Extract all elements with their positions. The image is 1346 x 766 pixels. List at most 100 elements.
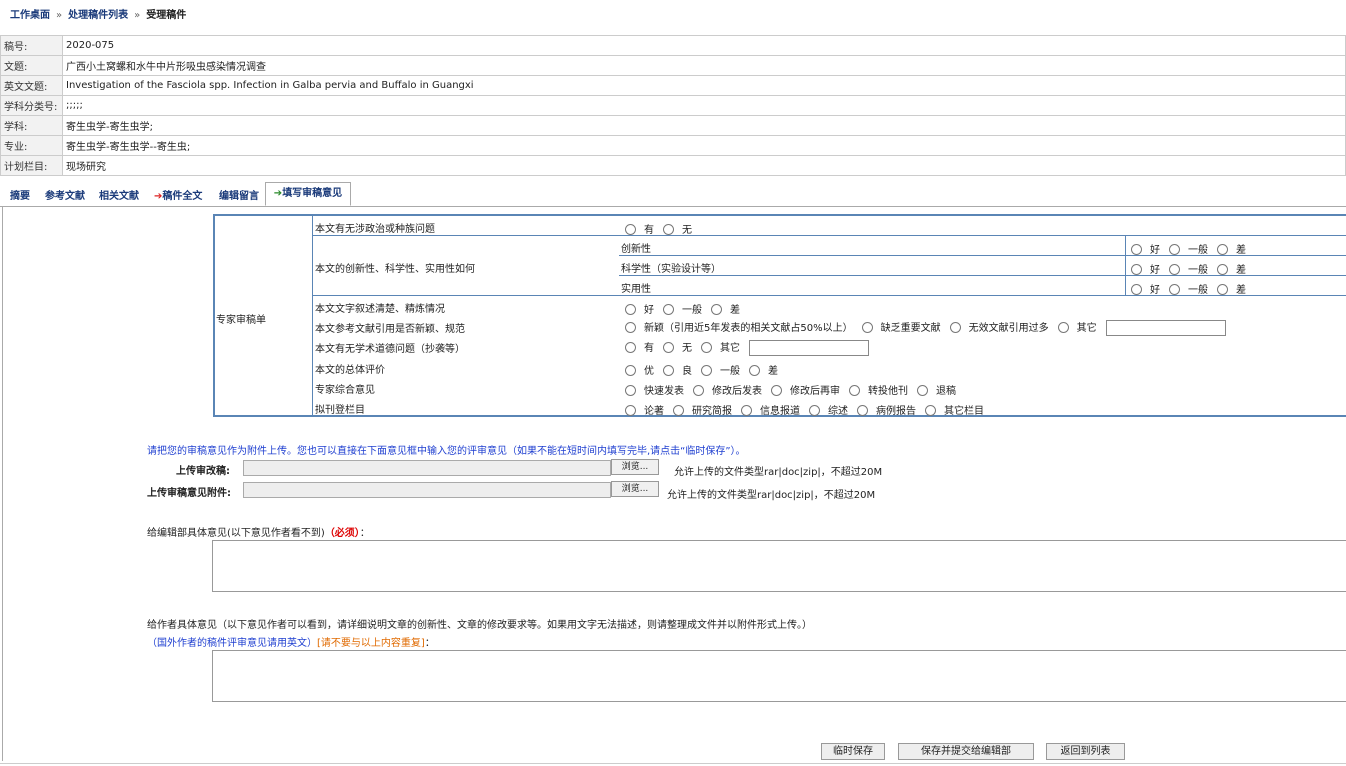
radio-button[interactable]: [749, 365, 760, 376]
option-label: 好: [1150, 245, 1160, 256]
question-ethics: 本文有无学术道德问题（抄袭等）: [315, 344, 465, 355]
radio-button[interactable]: [861, 322, 873, 333]
ethics-other-input[interactable]: [749, 340, 869, 356]
review-sheet-label: 专家审稿单: [216, 315, 266, 326]
info-value: Investigation of the Fasciola spp. Infec…: [62, 75, 1346, 96]
option-label: 其它栏目: [944, 406, 984, 417]
temp-save-button[interactable]: 临时保存: [821, 743, 885, 760]
content-left-border: [2, 206, 3, 761]
upload-attach-browse-button[interactable]: 浏览...: [611, 481, 659, 497]
radio-button[interactable]: [1217, 244, 1228, 255]
arrow-right-icon: ➔: [273, 188, 283, 199]
radio-button[interactable]: [625, 405, 636, 416]
tab-abstract[interactable]: 摘要: [10, 187, 30, 202]
info-row-discipline: 学科: 寄生虫学-寄生虫学;: [0, 115, 1346, 136]
back-to-list-button[interactable]: 返回到列表: [1046, 743, 1125, 760]
tab-editor-message[interactable]: 编辑留言: [219, 187, 259, 202]
question-writing: 本文文字叙述清楚、精炼情况: [315, 304, 445, 315]
editor-comment-label: 给编辑部具体意见(以下意见作者看不到): [147, 528, 325, 539]
option-label: 良: [682, 366, 692, 377]
radio-button[interactable]: [625, 304, 636, 315]
radio-button[interactable]: [701, 365, 712, 376]
option-label: 病例报告: [876, 406, 916, 417]
option-label: 新颖（引用近5年发表的相关文献占50%以上）: [644, 323, 853, 334]
practical-options: 好 一般 差: [1131, 281, 1255, 296]
upload-revised-file-input[interactable]: [243, 460, 611, 476]
save-submit-button[interactable]: 保存并提交给编辑部: [898, 743, 1034, 760]
tab-fulltext[interactable]: ➔稿件全文: [154, 187, 202, 202]
editor-comment-heading: 给编辑部具体意见(以下意见作者看不到)（必须）：: [147, 524, 370, 539]
radio-button[interactable]: [663, 304, 674, 315]
option-label: 一般: [720, 366, 740, 377]
references-options: 新颖（引用近5年发表的相关文献占50%以上） 缺乏重要文献 无效文献引用过多 其它: [625, 319, 1226, 336]
radio-button[interactable]: [1169, 264, 1180, 275]
author-comment-english-note: （国外作者的稿件评审意见请用英文）: [147, 638, 317, 649]
tab-review-label: 填写审稿意见: [282, 188, 343, 199]
option-label: 一般: [682, 305, 702, 316]
references-other-input[interactable]: [1105, 320, 1226, 336]
radio-button[interactable]: [849, 385, 860, 396]
upload-revised-browse-button[interactable]: 浏览...: [611, 459, 659, 475]
upload-revised-allow: 允许上传的文件类型rar|doc|zip|，不超过20M: [674, 467, 883, 478]
radio-button[interactable]: [663, 224, 674, 235]
option-label: 差: [768, 366, 778, 377]
option-label: 差: [1236, 285, 1246, 296]
radio-button[interactable]: [917, 385, 928, 396]
divider: [312, 216, 313, 417]
option-label: 修改后再审: [790, 386, 840, 397]
radio-button[interactable]: [625, 342, 636, 353]
radio-button[interactable]: [673, 405, 684, 416]
radio-button[interactable]: [809, 405, 820, 416]
breadcrumb-home-link[interactable]: 工作桌面: [10, 10, 50, 21]
tab-related[interactable]: 相关文献: [99, 187, 139, 202]
radio-button[interactable]: [711, 304, 722, 315]
tab-references[interactable]: 参考文献: [45, 187, 85, 202]
option-label: 无效文献引用过多: [968, 323, 1049, 334]
radio-button[interactable]: [1131, 264, 1142, 275]
radio-button[interactable]: [1131, 284, 1142, 295]
colon: ：: [359, 528, 370, 539]
option-label: 差: [1236, 245, 1246, 256]
radio-button[interactable]: [701, 342, 712, 353]
radio-button[interactable]: [1169, 284, 1180, 295]
radio-button[interactable]: [663, 342, 674, 353]
radio-button[interactable]: [625, 224, 636, 235]
radio-button[interactable]: [1217, 284, 1228, 295]
info-row-english-title: 英文文题: Investigation of the Fasciola spp. …: [0, 75, 1346, 96]
option-label: 其它: [720, 343, 740, 354]
option-label: 有: [644, 343, 654, 354]
tab-review[interactable]: ➔填写审稿意见: [265, 182, 351, 206]
author-comment-note: （国外作者的稿件评审意见请用英文）[请不要与以上内容重复]：: [147, 634, 435, 649]
info-value: 广西小土窝螺和水牛中片形吸虫感染情况调查: [62, 55, 1346, 76]
upload-attach-allow: 允许上传的文件类型rar|doc|zip|，不超过20M: [667, 490, 876, 501]
radio-button[interactable]: [1217, 264, 1228, 275]
tab-bar: 摘要 参考文献 相关文献 ➔稿件全文 编辑留言 ➔填写审稿意见: [0, 182, 1346, 207]
radio-button[interactable]: [1057, 322, 1069, 333]
radio-button[interactable]: [663, 365, 674, 376]
info-label: 文题:: [0, 55, 63, 76]
info-label: 稿号:: [0, 35, 63, 56]
politics-options: 有无: [625, 221, 701, 236]
radio-button[interactable]: [771, 385, 782, 396]
radio-button[interactable]: [625, 385, 636, 396]
radio-button[interactable]: [925, 405, 936, 416]
option-label: 综述: [828, 406, 848, 417]
radio-button[interactable]: [1131, 244, 1142, 255]
upload-attach-file-input[interactable]: [243, 482, 611, 498]
review-form: 专家审稿单 本文有无涉政治或种族问题 有无 本文的创新性、科学性、实用性如何 创…: [213, 214, 1346, 417]
author-comment-textarea[interactable]: [212, 650, 1346, 702]
breadcrumb-list-link[interactable]: 处理稿件列表: [68, 10, 128, 21]
editor-comment-textarea[interactable]: [212, 540, 1346, 592]
radio-button[interactable]: [625, 322, 636, 333]
opinion-options: 快速发表 修改后发表 修改后再审 转投他刊 退稿: [625, 382, 965, 397]
breadcrumb: 工作桌面 » 处理稿件列表 » 受理稿件: [10, 6, 186, 21]
radio-button[interactable]: [857, 405, 868, 416]
colon: ：: [424, 638, 435, 649]
radio-button[interactable]: [625, 365, 636, 376]
option-label: 好: [644, 305, 654, 316]
radio-button[interactable]: [693, 385, 704, 396]
breadcrumb-current: 受理稿件: [146, 10, 187, 21]
radio-button[interactable]: [1169, 244, 1180, 255]
radio-button[interactable]: [949, 322, 961, 333]
radio-button[interactable]: [741, 405, 752, 416]
